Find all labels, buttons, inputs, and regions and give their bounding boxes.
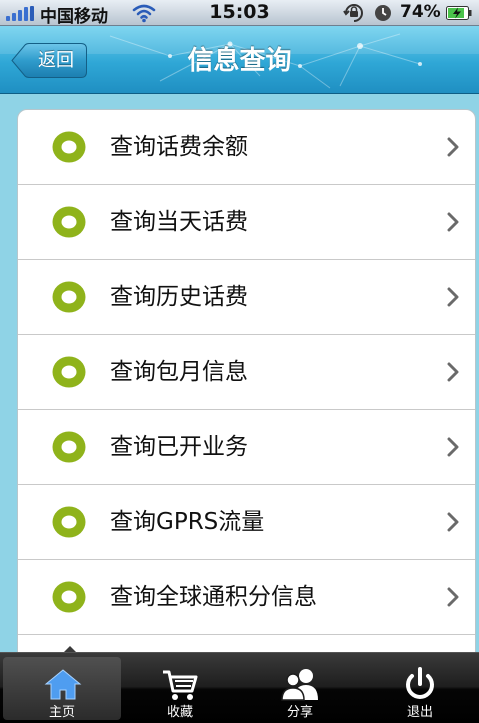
menu-item-label: 查询历史话费 (110, 284, 248, 310)
chevron-right-icon (447, 587, 459, 607)
ring-bullet-icon (52, 506, 86, 538)
menu-item[interactable]: 查询当天话费 (18, 185, 475, 260)
query-menu-list: 查询话费余额 查询当天话费 查询历史话费 查询包月信息 查询已开业务 查询GPRS流量查询… (17, 109, 476, 652)
menu-item[interactable]: 查询话费余额 (18, 110, 475, 185)
ring-bullet-icon (52, 581, 86, 613)
menu-item[interactable]: 查询GPRS流量 (18, 485, 475, 560)
chevron-right-icon (447, 137, 459, 157)
tab-home[interactable]: 主页 (3, 657, 121, 720)
chevron-right-icon (447, 512, 459, 532)
battery-charging-icon (446, 6, 472, 20)
chevron-right-icon (447, 362, 459, 382)
tab-label: 主页 (48, 705, 75, 720)
ring-bullet-icon (52, 131, 86, 163)
menu-item-label: 查询当天话费 (110, 209, 248, 235)
alarm-icon (375, 5, 391, 21)
home-icon (44, 669, 82, 700)
tab-label: 收藏 (166, 705, 193, 720)
chevron-right-icon (447, 437, 459, 457)
tab-label: 退出 (406, 705, 433, 720)
tab-people[interactable]: 分享 (240, 653, 360, 723)
menu-item-label: 查询已开业务 (110, 434, 248, 460)
ring-bullet-icon (52, 356, 86, 388)
chevron-right-icon (447, 287, 459, 307)
tab-cart[interactable]: 收藏 (120, 653, 240, 723)
menu-item-label: 查询全球通积分信息 (110, 584, 317, 610)
content-area: 查询话费余额 查询当天话费 查询历史话费 查询包月信息 查询已开业务 查询GPRS流量查询… (0, 94, 479, 652)
ring-bullet-icon (52, 431, 86, 463)
menu-item[interactable]: 查询包月信息 (18, 335, 475, 410)
tab-bar: 主页 收藏 分享 退出 (0, 652, 479, 723)
battery-percentage: 74% (400, 2, 441, 22)
screen: 中国移动 15:03 74% 返回 信息查询 查询话费余额 查询当天话费 查询历… (0, 0, 479, 723)
ring-bullet-icon (52, 281, 86, 313)
cart-icon (163, 670, 198, 700)
menu-item-label: 查询话费余额 (110, 134, 248, 160)
tab-power[interactable]: 退出 (360, 653, 479, 723)
menu-item-partial[interactable] (18, 635, 475, 652)
menu-item[interactable]: 查询已开业务 (18, 410, 475, 485)
tab-label: 分享 (286, 705, 313, 720)
rotation-lock-icon (343, 4, 363, 22)
chevron-right-icon (447, 212, 459, 232)
menu-item-label: 查询包月信息 (110, 359, 248, 385)
people-icon (281, 669, 318, 701)
status-bar: 中国移动 15:03 74% (0, 0, 479, 27)
menu-item-label: 查询GPRS流量 (110, 509, 265, 535)
menu-item[interactable]: 查询全球通积分信息 (18, 560, 475, 635)
power-icon (406, 667, 434, 699)
page-title: 信息查询 (187, 46, 292, 76)
menu-item[interactable]: 查询历史话费 (18, 260, 475, 335)
ring-bullet-icon (52, 206, 86, 238)
navigation-bar: 返回 信息查询 (0, 26, 479, 94)
